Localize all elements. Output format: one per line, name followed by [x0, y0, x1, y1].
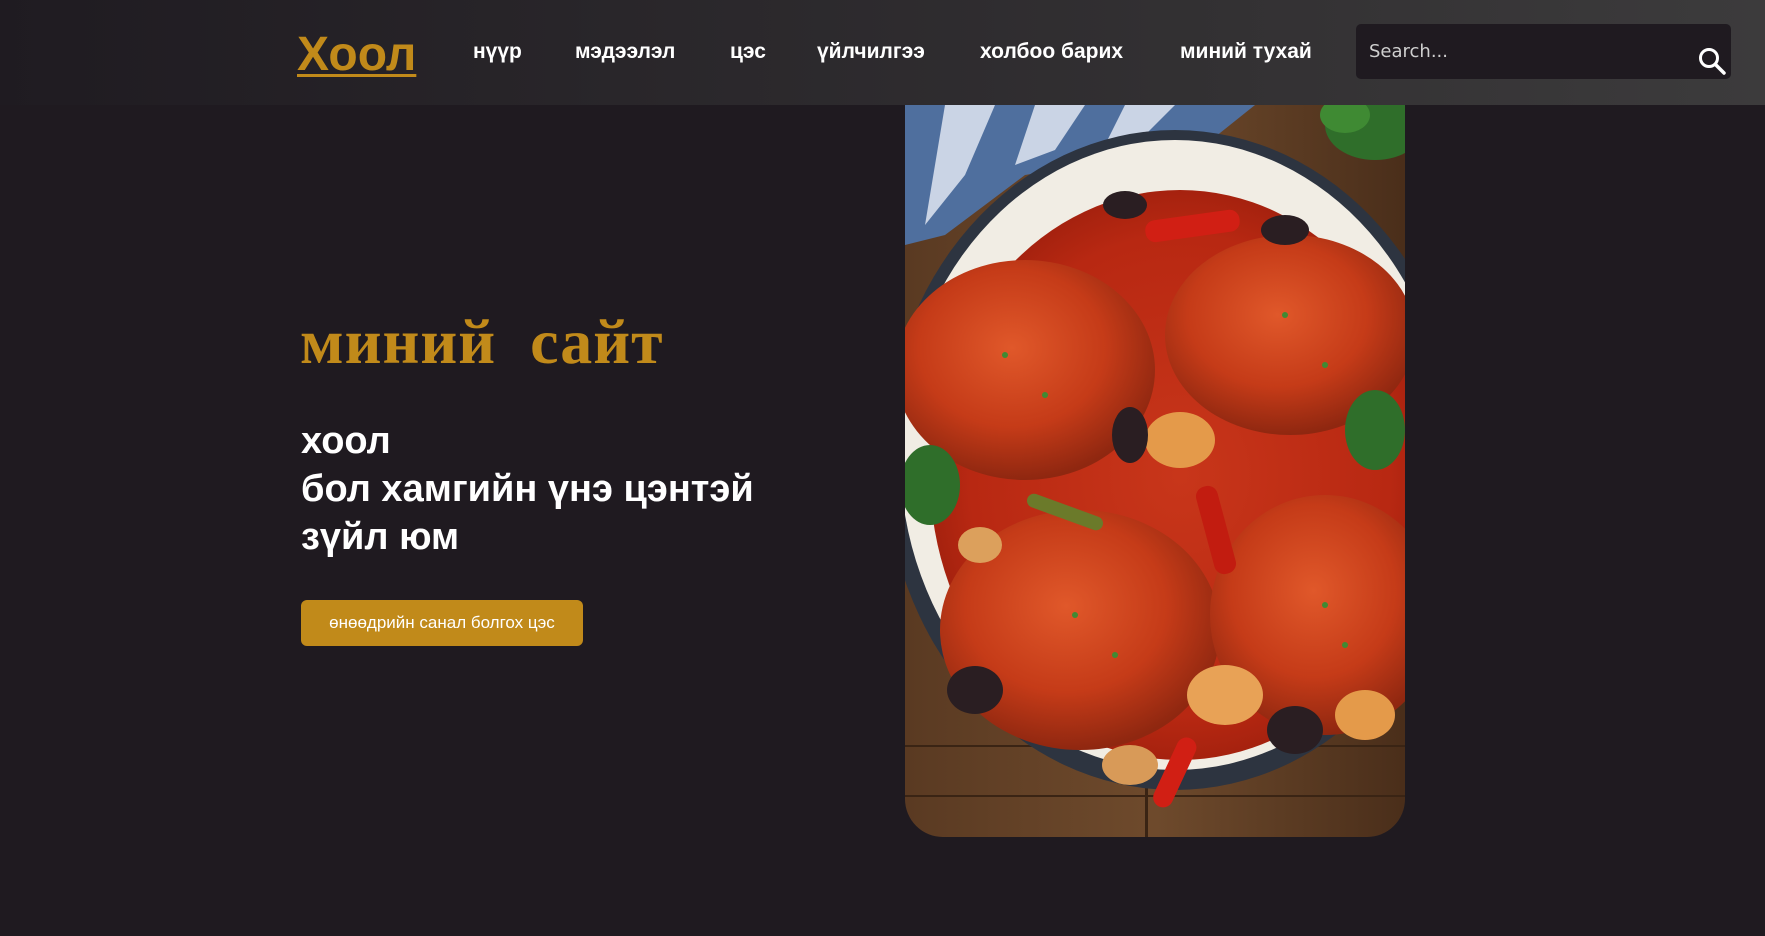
- hero-tagline: хоол бол хамгийн үнэ цэнтэй зүйл юм: [301, 417, 754, 561]
- nav-item-services[interactable]: үйлчилгээ: [817, 38, 925, 66]
- hero-tagline-line: бол хамгийн үнэ цэнтэй: [301, 468, 754, 510]
- todays-menu-button[interactable]: өнөөдрийн санал болгох цэс: [301, 600, 583, 646]
- search-box: [1356, 24, 1731, 79]
- nav-item-menu[interactable]: цэс: [730, 38, 766, 66]
- nav-item-contact[interactable]: холбоо барих: [980, 38, 1123, 66]
- nav-item-home[interactable]: нүүр: [473, 38, 522, 66]
- nav-item-info[interactable]: мэдээлэл: [575, 38, 675, 66]
- hero-tagline-line: хоол: [301, 420, 391, 462]
- navbar: Хоол нүүр мэдээлэл цэс үйлчилгээ холбоо …: [0, 0, 1765, 105]
- search-input[interactable]: [1356, 24, 1686, 79]
- food-image: [905, 105, 1405, 837]
- search-icon[interactable]: [1697, 46, 1727, 76]
- logo-link[interactable]: Хоол: [297, 27, 416, 83]
- hero-title: миний сайт: [300, 306, 664, 377]
- hero-tagline-line: зүйл юм: [301, 516, 460, 558]
- nav-item-about[interactable]: миний тухай: [1180, 38, 1312, 66]
